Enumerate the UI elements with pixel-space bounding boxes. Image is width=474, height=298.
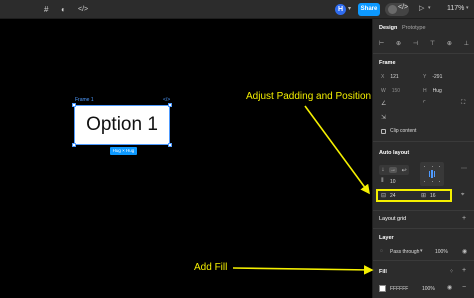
play-chevron-down-icon[interactable]: ▾ (428, 5, 431, 11)
vertical-padding-icon: ⊞ (421, 193, 427, 199)
avatar[interactable]: H (335, 4, 346, 15)
remove-fill-button[interactable]: − (462, 284, 466, 291)
resize-handle-bottom-right[interactable] (168, 143, 172, 147)
h-value[interactable]: Hug (433, 88, 442, 94)
grid-dot (439, 181, 440, 182)
selected-frame[interactable]: Option 1 (74, 105, 170, 145)
x-value[interactable]: 121 (390, 74, 398, 80)
horizontal-padding-icon: ⊟ (381, 193, 387, 199)
annotation-add-fill: Add Fill (194, 262, 228, 273)
grid-dot (424, 181, 425, 182)
tab-prototype[interactable]: Prototype (402, 25, 426, 31)
code-icon[interactable]: </> (78, 4, 88, 15)
zoom-chevron-down-icon[interactable]: ▾ (466, 5, 469, 11)
gap-icon: ⫴ (381, 178, 384, 184)
present-play-icon[interactable]: ▷ (419, 4, 424, 12)
auto-layout-title: Auto layout (379, 150, 410, 156)
grid-dot (424, 166, 425, 167)
w-label: W (381, 88, 386, 94)
divider (373, 260, 474, 261)
layer-visibility-eye-icon[interactable]: ◉ (462, 248, 467, 255)
top-toolbar: # ◐ </> H ▾ Share </> ▷ ▾ 117% ▾ (0, 0, 474, 19)
blend-mode-chevron-down-icon[interactable]: ▾ (420, 248, 423, 254)
tab-design[interactable]: Design (379, 25, 397, 31)
dev-mode-toggle[interactable]: </> (385, 3, 409, 16)
grid-dot (432, 166, 433, 167)
divider (373, 141, 474, 142)
resize-handle-top-right[interactable] (168, 103, 172, 107)
gap-field[interactable]: 10 (390, 179, 396, 185)
fill-color-swatch[interactable] (379, 285, 386, 292)
blend-mode-icon: ◌ (380, 248, 383, 254)
fill-opacity-field[interactable]: 100% (422, 286, 435, 292)
align-bottom-icon[interactable]: ⊥ (464, 40, 469, 47)
align-left-icon[interactable]: ⊢ (379, 40, 384, 47)
align-horizontal-center-icon[interactable]: ⊕ (396, 40, 401, 47)
alignment-toolbar: ⊢ ⊕ ⊣ ⊤ ⊕ ⊥ (379, 40, 469, 47)
add-fill-button[interactable]: + (462, 267, 466, 274)
layer-section-title: Layer (379, 235, 394, 241)
direction-vertical-icon[interactable]: ↓ (381, 167, 384, 173)
align-vertical-center-icon[interactable]: ⊕ (447, 40, 452, 47)
share-button[interactable]: Share (358, 3, 380, 16)
constraints-icon[interactable]: ⇲ (381, 114, 386, 121)
avatar-chevron-down-icon[interactable]: ▾ (348, 5, 351, 12)
more-options-icon[interactable]: ⋯ (461, 165, 467, 172)
divider (373, 210, 474, 211)
x-field[interactable]: X 121 (381, 74, 399, 80)
fill-section-title: Fill (379, 269, 387, 275)
resize-handle-top-left[interactable] (72, 103, 76, 107)
grid-dot (439, 166, 440, 167)
vertical-padding-field[interactable]: 16 (430, 193, 436, 199)
layer-opacity-field[interactable]: 100% (435, 249, 448, 255)
size-badge: Hug × Hug (110, 147, 137, 155)
frame-tool-icon[interactable]: # (44, 4, 48, 15)
canvas[interactable]: Frame 1 </> Option 1 Hug × Hug (0, 19, 372, 298)
y-field[interactable]: Y -291 (423, 74, 442, 80)
padding-highlight (376, 189, 452, 202)
h-label: H (423, 88, 427, 94)
height-field[interactable]: H Hug (423, 88, 442, 94)
alignment-grid[interactable] (420, 162, 444, 186)
toggle-knob (388, 5, 397, 14)
y-value[interactable]: -291 (432, 74, 442, 80)
width-field[interactable]: W 150 (381, 88, 400, 94)
annotation-adjust-padding: Adjust Padding and Position (246, 91, 372, 102)
divider (373, 53, 474, 54)
align-right-icon[interactable]: ⊣ (413, 40, 418, 47)
individual-padding-icon[interactable]: ⌖ (461, 192, 464, 199)
frame-name-label[interactable]: Frame 1 (75, 97, 94, 103)
direction-wrap-icon[interactable]: ↩ (402, 167, 407, 174)
y-label: Y (423, 74, 427, 80)
horizontal-padding-field[interactable]: 24 (390, 193, 396, 199)
x-label: X (381, 74, 385, 80)
resize-handle-bottom-left[interactable] (72, 143, 76, 147)
direction-toggle-group: ↓ → ↩ (379, 165, 409, 175)
dev-mode-icon: </> (398, 4, 409, 11)
fill-visibility-eye-icon[interactable]: ◉ (447, 284, 452, 291)
grid-dot (432, 181, 433, 182)
layout-grid-title: Layout grid (379, 216, 407, 222)
alignment-indicator-icon (429, 170, 435, 178)
fill-styles-grid-icon[interactable]: ⁘ (449, 268, 454, 275)
divider (373, 228, 474, 229)
add-layout-grid-button[interactable]: + (462, 215, 466, 222)
blend-mode-select[interactable]: Pass through (390, 249, 419, 255)
corner-radius-icon[interactable]: ⌜ (423, 100, 426, 107)
frame-text[interactable]: Option 1 (86, 114, 158, 136)
w-value[interactable]: 150 (392, 88, 400, 94)
align-top-icon[interactable]: ⊤ (430, 40, 435, 47)
clip-content-checkbox[interactable] (381, 129, 386, 134)
theme-toggle-icon[interactable]: ◐ (61, 4, 66, 15)
direction-horizontal-icon[interactable]: → (388, 167, 397, 173)
clip-content-label: Clip content (390, 128, 417, 134)
zoom-level[interactable]: 117% (447, 5, 464, 12)
rotation-icon[interactable]: ∠ (381, 100, 386, 107)
independent-corners-icon[interactable]: ⛶ (461, 100, 465, 107)
fill-hex-field[interactable]: FFFFFF (390, 286, 408, 292)
frame-section-title: Frame (379, 60, 396, 66)
properties-panel: Design Prototype ⊢ ⊕ ⊣ ⊤ ⊕ ⊥ Frame X 121 … (372, 19, 474, 298)
